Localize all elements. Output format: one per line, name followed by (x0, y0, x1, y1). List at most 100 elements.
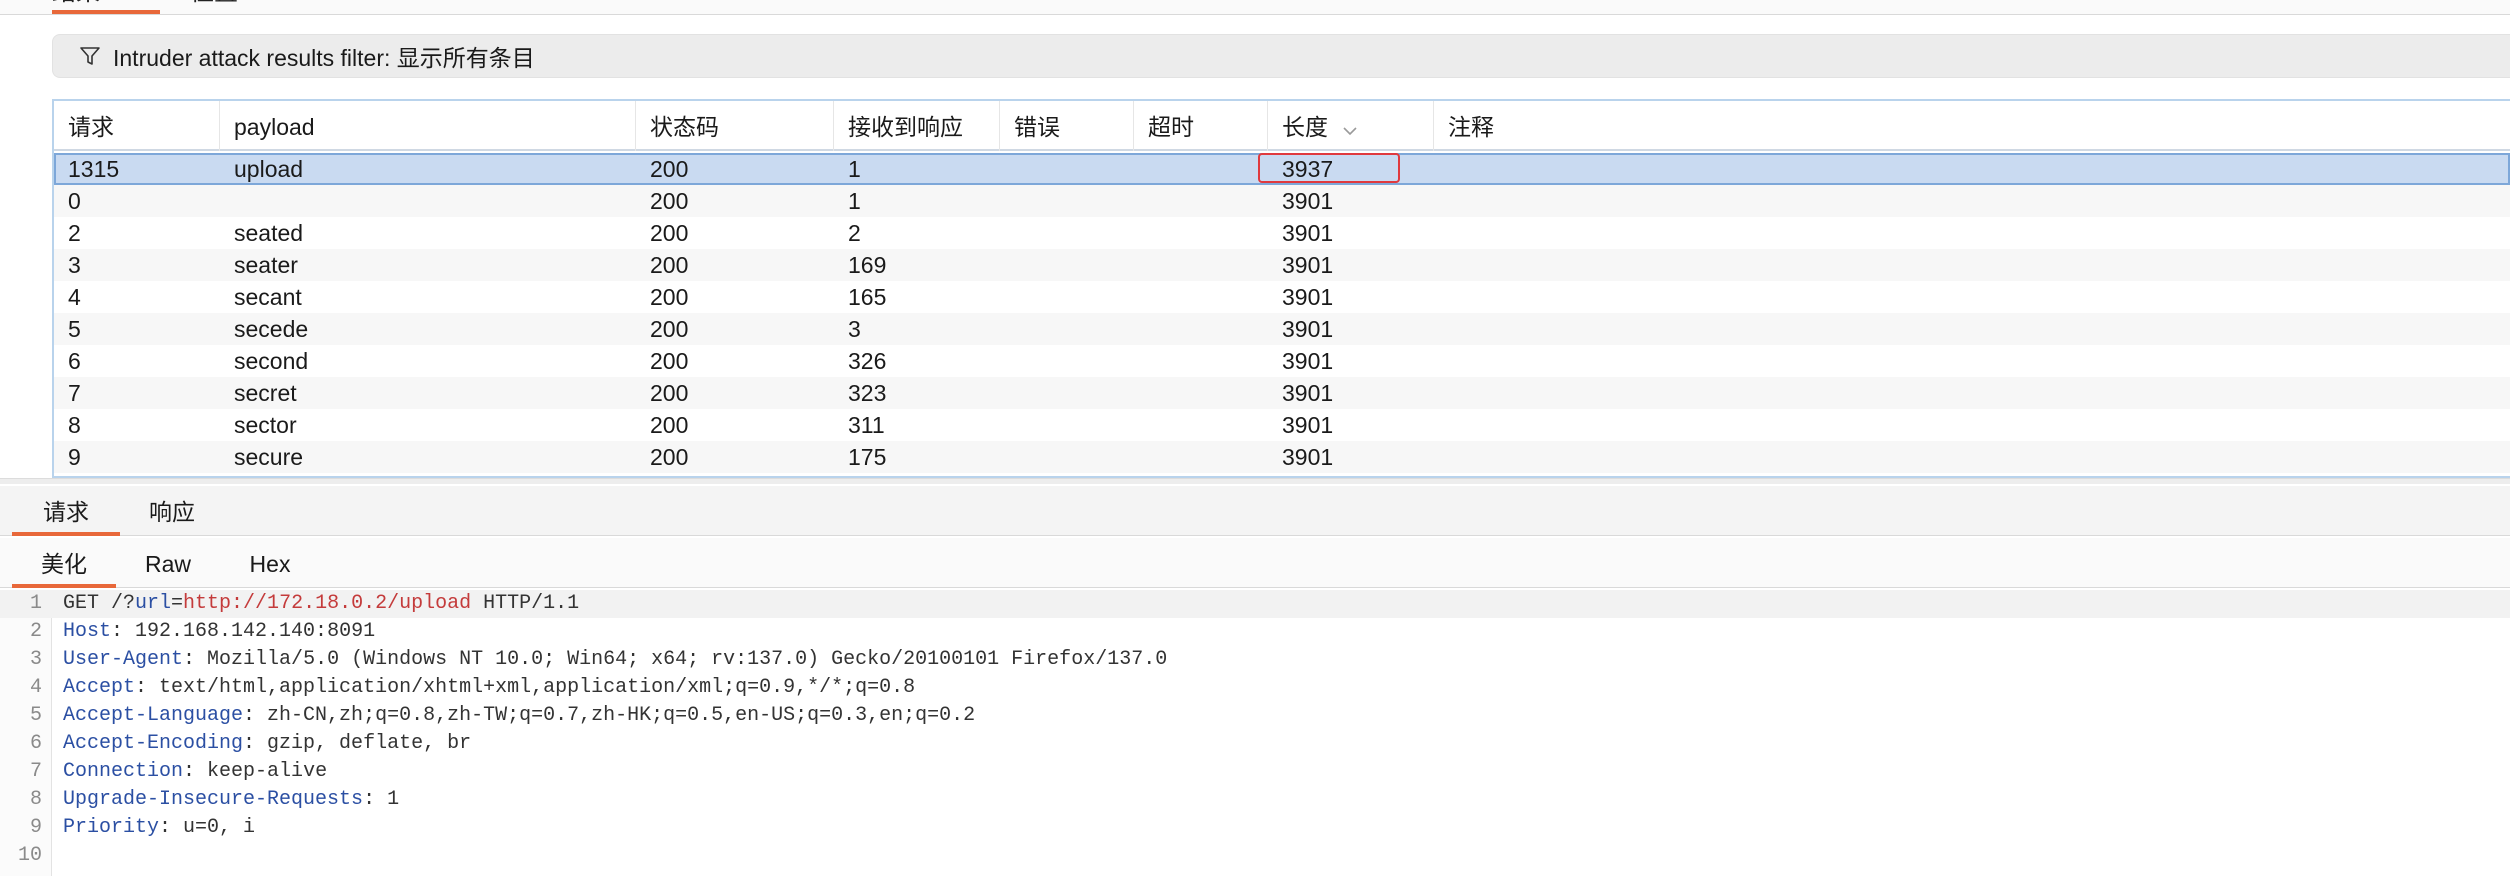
cell-payload: secure (234, 444, 304, 470)
table-row[interactable]: 0 200 1 3901 (54, 185, 2510, 217)
table-row[interactable]: 8 sector 200 311 3901 (54, 409, 2510, 441)
header-line: Accept-Encoding: gzip, deflate, br (63, 732, 472, 755)
results-tab-bar: 结果 位置 (0, 0, 2510, 15)
cell-payload: secant (234, 284, 302, 310)
cell-status: 200 (650, 444, 689, 470)
cell-status: 200 (650, 188, 689, 214)
column-header-error[interactable]: 错误 (1000, 101, 1134, 151)
column-header-comment[interactable]: 注释 (1434, 101, 2510, 151)
cell-length: 3901 (1282, 348, 1334, 374)
header-line: Host: 192.168.142.140:8091 (63, 620, 376, 643)
cell-received: 326 (848, 348, 887, 374)
cell-request: 3 (68, 252, 81, 278)
editor-line: 4 Accept: text/html,application/xhtml+xm… (0, 674, 2510, 702)
cell-status: 200 (650, 412, 689, 438)
header-line: Connection: keep-alive (63, 760, 328, 783)
line-number: 3 (29, 648, 42, 671)
active-tab-indicator (12, 532, 120, 536)
cell-status: 200 (650, 316, 689, 342)
column-header-timeout[interactable]: 超时 (1134, 101, 1268, 151)
cell-payload: seater (234, 252, 298, 278)
cell-request: 2 (68, 220, 81, 246)
line-number: 7 (29, 760, 42, 783)
cell-payload (220, 185, 234, 217)
cell-length: 3901 (1282, 220, 1334, 246)
line-number: 10 (17, 844, 42, 867)
line-number: 2 (29, 620, 42, 643)
column-header-status[interactable]: 状态码 (636, 101, 834, 151)
cell-request: 1315 (68, 156, 120, 182)
table-row[interactable]: 2 seated 200 2 3901 (54, 217, 2510, 249)
tab-request[interactable]: 请求 (12, 486, 120, 536)
cell-payload: second (234, 348, 309, 374)
cell-request: 7 (68, 380, 81, 406)
table-row[interactable]: 5 secede 200 3 3901 (54, 313, 2510, 345)
table-row[interactable]: 6 second 200 326 3901 (54, 345, 2510, 377)
cell-payload: secret (234, 380, 297, 406)
tab-positions[interactable]: 位置 (190, 0, 270, 15)
cell-payload: upload (234, 156, 304, 182)
editor-line: 9 Priority: u=0, i (0, 814, 2510, 842)
cell-received: 1 (848, 156, 861, 182)
cell-length: 3901 (1282, 252, 1334, 278)
table-header: 请求 payload 状态码 接收到响应 错误 超时 长度 注释 (54, 101, 2510, 151)
request-editor[interactable]: 1 GET /?url=http://172.18.0.2/upload HTT… (0, 590, 2510, 876)
cell-payload: seated (234, 220, 304, 246)
tab-raw[interactable]: Raw (128, 538, 208, 588)
table-row[interactable]: 9 secure 200 175 3901 (54, 441, 2510, 473)
active-tab-indicator (12, 584, 116, 588)
filter-icon (65, 34, 101, 78)
cell-request: 0 (68, 188, 81, 214)
cell-status: 200 (650, 284, 689, 310)
tab-response[interactable]: 响应 (128, 486, 216, 536)
results-filter-bar[interactable]: Intruder attack results filter: 显示所有条目 (52, 34, 2510, 78)
cell-received: 311 (848, 412, 885, 438)
column-header-length[interactable]: 长度 (1268, 101, 1434, 151)
table-row[interactable]: 7 secret 200 323 3901 (54, 377, 2510, 409)
line-number: 8 (29, 788, 42, 811)
editor-line: 10 (0, 842, 2510, 870)
editor-line: 7 Connection: keep-alive (0, 758, 2510, 786)
column-header-received[interactable]: 接收到响应 (834, 101, 1000, 151)
line-number: 5 (29, 704, 42, 727)
table-row[interactable]: 3 seater 200 169 3901 (54, 249, 2510, 281)
table-row[interactable]: 1315 upload 200 1 3937 (54, 153, 2510, 185)
tab-hex[interactable]: Hex (230, 538, 310, 588)
cell-status: 200 (650, 380, 689, 406)
cell-request: 8 (68, 412, 81, 438)
cell-status: 200 (650, 252, 689, 278)
editor-line: 5 Accept-Language: zh-CN,zh;q=0.8,zh-TW;… (0, 702, 2510, 730)
cell-payload: sector (234, 412, 297, 438)
line-number: 1 (29, 592, 42, 615)
cell-request: 9 (68, 444, 81, 470)
tab-pretty[interactable]: 美化 (12, 538, 116, 588)
column-header-request[interactable]: 请求 (54, 101, 220, 151)
active-tab-indicator (52, 10, 160, 14)
pane-splitter[interactable] (0, 478, 2510, 484)
editor-line: 1 GET /?url=http://172.18.0.2/upload HTT… (0, 590, 2510, 618)
cell-length: 3901 (1282, 188, 1334, 214)
editor-line: 6 Accept-Encoding: gzip, deflate, br (0, 730, 2510, 758)
table-row[interactable]: 4 secant 200 165 3901 (54, 281, 2510, 313)
editor-line: 8 Upgrade-Insecure-Requests: 1 (0, 786, 2510, 814)
sort-descending-icon (1342, 103, 1358, 155)
message-tab-bar: 请求 响应 (0, 486, 2510, 536)
view-mode-tab-bar: 美化 Raw Hex (0, 538, 2510, 588)
cell-received: 323 (848, 380, 887, 406)
header-line: Accept-Language: zh-CN,zh;q=0.8,zh-TW;q=… (63, 704, 976, 727)
line-number: 4 (29, 676, 42, 699)
column-header-payload[interactable]: payload (220, 101, 636, 151)
cell-received: 2 (848, 220, 861, 246)
cell-length: 3901 (1282, 412, 1334, 438)
cell-length: 3901 (1282, 316, 1334, 342)
header-line: Priority: u=0, i (63, 816, 256, 839)
cell-received: 169 (848, 252, 887, 278)
cell-received: 3 (848, 316, 861, 342)
cell-length: 3901 (1282, 380, 1334, 406)
cell-status: 200 (650, 348, 689, 374)
cell-received: 1 (848, 188, 861, 214)
cell-received: 175 (848, 444, 887, 470)
cell-received: 165 (848, 284, 887, 310)
line-number: 6 (29, 732, 42, 755)
cell-payload: secede (234, 316, 309, 342)
